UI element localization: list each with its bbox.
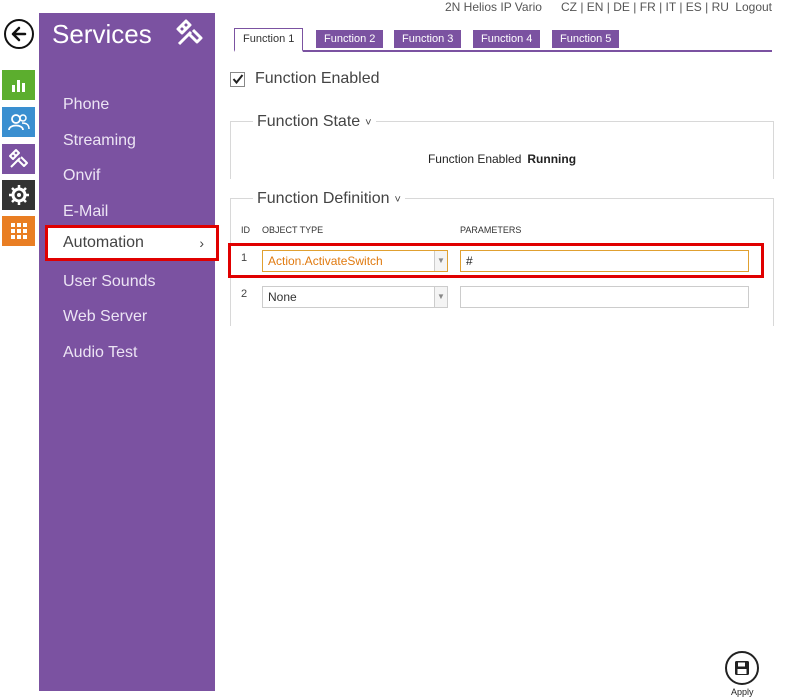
sidebar-title: Services xyxy=(52,19,152,49)
function-state-legend[interactable]: Function State ˅ xyxy=(253,113,376,131)
function-definition-legend[interactable]: Function Definition ˅ xyxy=(253,190,405,208)
sidebar-item-automation[interactable]: Automation › xyxy=(45,225,219,261)
parameters-input[interactable] xyxy=(460,286,749,308)
language-selector: CZ | EN | DE | FR | IT | ES | RU xyxy=(561,0,729,14)
function-definition-title: Function Definition xyxy=(257,190,390,207)
lang-separator: | xyxy=(701,0,712,14)
system-grid-icon[interactable] xyxy=(2,216,35,246)
lang-es[interactable]: ES xyxy=(686,0,702,14)
lang-separator: | xyxy=(603,0,614,14)
function-state-panel: Function State ˅ Function Enabled Running xyxy=(230,113,774,179)
tab-function-3[interactable]: Function 3 xyxy=(394,30,462,48)
function-state-line: Function Enabled Running xyxy=(231,152,773,166)
object-type-select[interactable]: None ▼ xyxy=(262,286,448,308)
function-tabs: Function 1 Function 2 Function 3 Functio… xyxy=(234,28,772,52)
chevron-down-icon: ▼ xyxy=(434,287,447,307)
sidebar-item-web-server[interactable]: Web Server xyxy=(63,308,147,326)
tab-function-1[interactable]: Function 1 xyxy=(234,28,304,52)
lang-separator: | xyxy=(655,0,666,14)
directory-users-icon[interactable] xyxy=(2,107,35,137)
column-header-parameters: PARAMETERS xyxy=(460,225,522,235)
tab-function-2[interactable]: Function 2 xyxy=(316,30,384,48)
sidebar-item-user-sounds[interactable]: User Sounds xyxy=(63,273,156,291)
hardware-gear-icon[interactable] xyxy=(2,180,35,210)
lang-ru[interactable]: RU xyxy=(712,0,729,14)
lang-separator: | xyxy=(629,0,640,14)
function-enabled-row: Function Enabled xyxy=(230,70,380,88)
back-icon[interactable] xyxy=(4,19,34,49)
column-header-object-type: OBJECT TYPE xyxy=(262,225,324,235)
function-enabled-checkbox[interactable] xyxy=(230,71,245,87)
column-header-id: ID xyxy=(241,225,250,235)
object-type-value: None xyxy=(268,290,297,304)
tab-function-4[interactable]: Function 4 xyxy=(473,30,541,48)
icon-rail xyxy=(0,0,38,700)
sidebar-item-streaming[interactable]: Streaming xyxy=(63,132,136,150)
parameters-input[interactable]: # xyxy=(460,250,749,272)
sidebar-item-audio-test[interactable]: Audio Test xyxy=(63,344,137,362)
object-type-select[interactable]: Action.ActivateSwitch ▼ xyxy=(262,250,448,272)
services-sidebar: Services Phone Streaming Onvif E-Mail Au… xyxy=(39,13,219,691)
tools-icon xyxy=(175,18,205,53)
save-icon xyxy=(735,661,749,675)
lang-separator: | xyxy=(675,0,686,14)
sidebar-item-email[interactable]: E-Mail xyxy=(63,203,108,221)
sidebar-item-onvif[interactable]: Onvif xyxy=(63,167,100,185)
services-tools-icon[interactable] xyxy=(2,144,35,174)
lang-separator: | xyxy=(577,0,587,14)
top-bar: 2N Helios IP Vario CZ | EN | DE | FR | I… xyxy=(230,0,800,16)
lang-cz[interactable]: CZ xyxy=(561,0,577,14)
chevron-down-icon: ˅ xyxy=(365,117,372,129)
device-name: 2N Helios IP Vario xyxy=(445,0,542,14)
logout-link[interactable]: Logout xyxy=(735,0,772,14)
row-id: 1 xyxy=(241,252,248,264)
function-enabled-label: Function Enabled xyxy=(255,70,380,87)
lang-en[interactable]: EN xyxy=(587,0,604,14)
apply-button[interactable] xyxy=(725,651,759,685)
state-value: Running xyxy=(527,152,577,166)
object-type-value: Action.ActivateSwitch xyxy=(268,254,383,268)
status-chart-icon[interactable] xyxy=(2,70,35,100)
row-id: 2 xyxy=(241,288,248,300)
function-state-title: Function State xyxy=(257,113,361,130)
apply-label: Apply xyxy=(731,687,754,697)
state-label: Function Enabled xyxy=(427,152,522,166)
sidebar-item-phone[interactable]: Phone xyxy=(63,96,109,114)
lang-de[interactable]: DE xyxy=(613,0,630,14)
chevron-down-icon: ▼ xyxy=(434,251,447,271)
tab-function-5[interactable]: Function 5 xyxy=(552,30,620,48)
sidebar-item-label: Automation xyxy=(63,234,144,251)
chevron-down-icon: ˅ xyxy=(394,194,401,206)
lang-it[interactable]: IT xyxy=(666,0,676,14)
chevron-right-icon: › xyxy=(199,235,204,251)
lang-fr[interactable]: FR xyxy=(640,0,656,14)
